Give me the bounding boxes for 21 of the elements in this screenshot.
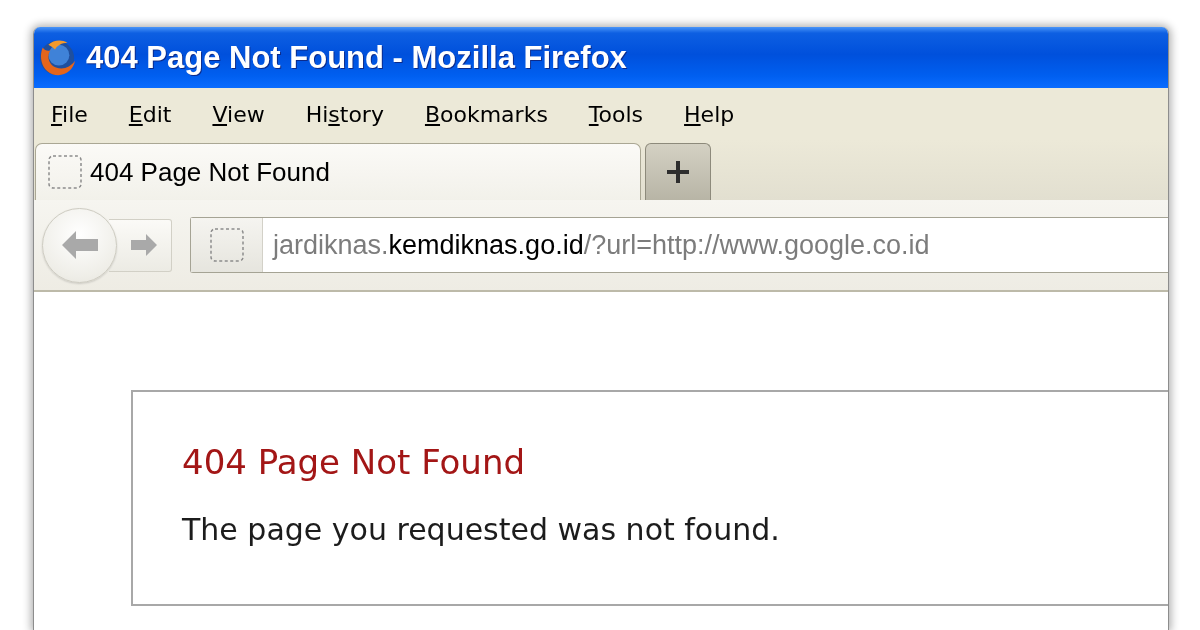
right-arrow-icon	[131, 233, 157, 257]
window-title: 404 Page Not Found - Mozilla Firefox	[86, 39, 627, 76]
menu-item[interactable]: File	[51, 99, 88, 129]
new-tab-button[interactable]	[645, 143, 711, 200]
site-identity-button[interactable]	[191, 218, 263, 272]
menu-item[interactable]: Help	[684, 99, 735, 129]
menu-item[interactable]: History	[305, 99, 384, 129]
error-message: The page you requested was not found.	[182, 512, 780, 548]
plus-icon	[667, 161, 689, 183]
menu-item[interactable]: Tools	[588, 99, 644, 129]
error-heading: 404 Page Not Found	[182, 442, 526, 482]
url-text: jardiknas.kemdiknas.go.id/?url=http://www.google.co.id	[271, 229, 930, 261]
browser-tab[interactable]: 404 Page Not Found	[35, 143, 641, 200]
left-arrow-icon	[61, 230, 98, 260]
dashed-square-icon	[48, 155, 82, 189]
menu-item[interactable]: Edit	[128, 99, 172, 129]
menu-item[interactable]: Bookmarks	[424, 99, 548, 129]
dashed-square-icon	[209, 228, 244, 262]
address-field[interactable]: jardiknas.kemdiknas.go.id/?url=http://www.google.co.id	[190, 217, 1168, 273]
fox-globe-icon	[38, 38, 76, 77]
menu-item[interactable]: View	[212, 99, 265, 129]
